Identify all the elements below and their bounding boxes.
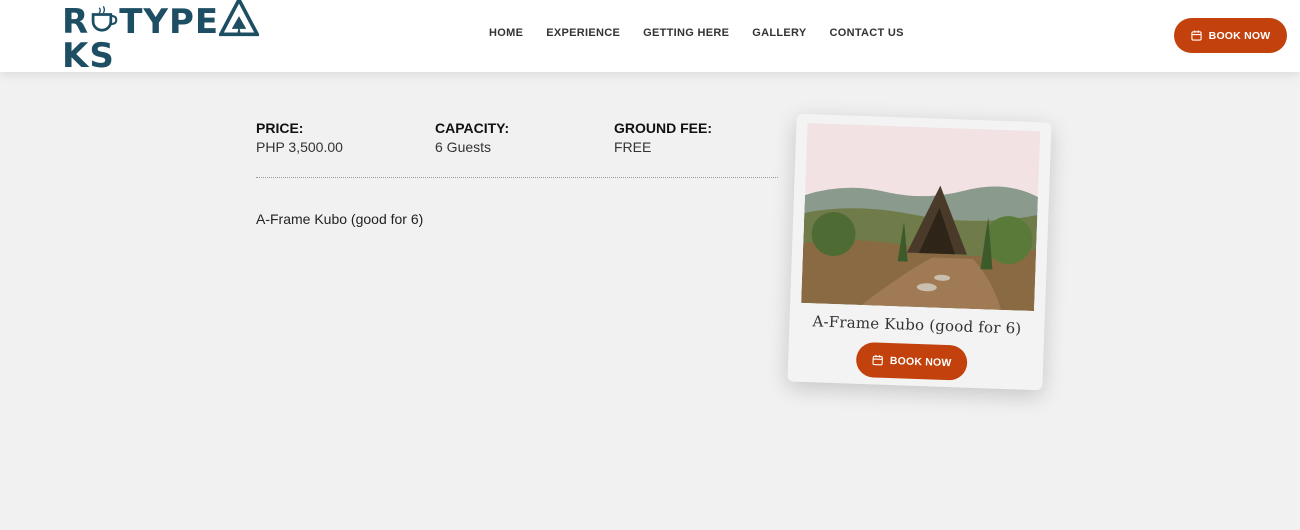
nav-contact-us[interactable]: CONTACT US xyxy=(829,27,903,39)
capacity-label: CAPACITY: xyxy=(435,120,510,136)
logo-text: R TYPEKS xyxy=(62,0,302,73)
price-label: PRICE: xyxy=(256,120,304,136)
room-photo-card: A-Frame Kubo (good for 6) BOOK NOW xyxy=(787,113,1052,391)
capacity-detail: CAPACITY: 6 Guests xyxy=(435,120,509,157)
ground-fee-detail: GROUND FEE: FREE xyxy=(614,120,712,157)
ground-fee-label: GROUND FEE: xyxy=(614,120,712,136)
capacity-value: 6 Guests xyxy=(435,139,492,155)
price-value: PHP 3,500.00 xyxy=(256,139,343,155)
mountain-logo-icon xyxy=(219,0,260,37)
header-book-now-label: BOOK NOW xyxy=(1208,29,1271,42)
header-book-now-button[interactable]: BOOK NOW xyxy=(1174,18,1287,53)
ground-fee-value: FREE xyxy=(614,139,652,155)
room-description: A-Frame Kubo (good for 6) xyxy=(256,211,424,227)
calendar-icon xyxy=(1191,30,1202,41)
calendar-icon xyxy=(872,354,883,366)
site-logo[interactable]: R TYPEKS xyxy=(62,0,302,73)
main-nav: HOME EXPERIENCE GETTING HERE GALLERY CON… xyxy=(489,27,904,39)
site-header: R TYPEKS HOME EXPERIENCE GETTING HERE GAL… xyxy=(0,0,1300,73)
nav-getting-here[interactable]: GETTING HERE xyxy=(643,27,729,39)
card-book-now-button[interactable]: BOOK NOW xyxy=(855,341,968,381)
nav-experience[interactable]: EXPERIENCE xyxy=(546,27,620,39)
nav-gallery[interactable]: GALLERY xyxy=(752,27,806,39)
room-details: PRICE: PHP 3,500.00 CAPACITY: 6 Guests G… xyxy=(256,120,778,178)
a-frame-hut-image xyxy=(801,123,1041,312)
price-detail: PRICE: PHP 3,500.00 xyxy=(256,120,343,157)
cup-logo-icon xyxy=(91,6,118,32)
card-book-now-label: BOOK NOW xyxy=(889,354,952,369)
room-photo xyxy=(801,123,1041,312)
nav-home[interactable]: HOME xyxy=(489,27,523,39)
photo-caption: A-Frame Kubo (good for 6) xyxy=(812,312,1022,338)
